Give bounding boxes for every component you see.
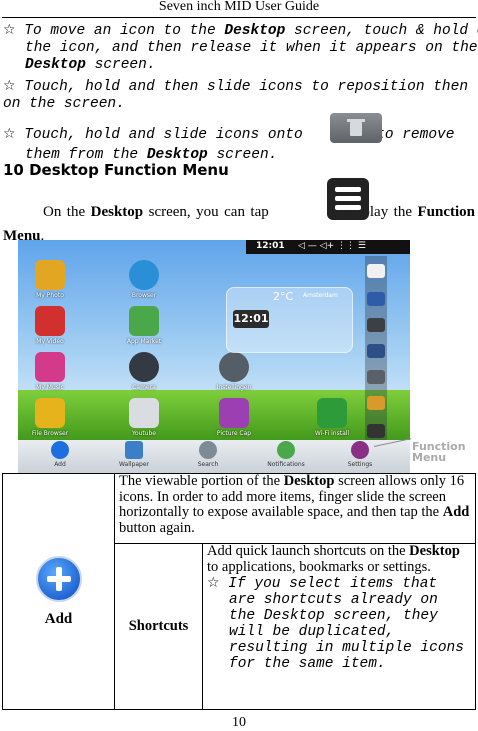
section-heading: 10 Desktop Function Menu bbox=[3, 161, 229, 179]
app-app-market[interactable]: App Market bbox=[120, 306, 168, 345]
calendar-icon[interactable] bbox=[367, 264, 385, 278]
shortcuts-note: ☆ If you select items that are shortcuts… bbox=[207, 575, 464, 672]
star-bullet-icon: ☆ bbox=[3, 126, 16, 142]
lens-icon[interactable] bbox=[367, 370, 385, 384]
app-browser[interactable]: Browser bbox=[120, 260, 168, 299]
camera-icon bbox=[129, 352, 159, 382]
function-menu-callout: Function Menu bbox=[412, 440, 466, 464]
desktop-sidebar bbox=[365, 256, 387, 444]
wifi-icon bbox=[317, 398, 347, 428]
notification-icon bbox=[277, 441, 295, 459]
weather-widget[interactable]: 2°C Amsterdam 12:01 bbox=[226, 287, 353, 353]
plus-icon bbox=[51, 441, 69, 459]
app-file-browser[interactable]: File Browser bbox=[26, 398, 74, 437]
dock-notifications[interactable]: Notifications bbox=[256, 441, 316, 468]
dock-search[interactable]: Search bbox=[178, 441, 238, 468]
globe-icon bbox=[129, 260, 159, 290]
status-bar: 12:01 ◁ — ◁+ ⋮⋮ ☰ bbox=[246, 240, 410, 254]
settings-gear-icon bbox=[219, 352, 249, 382]
app-my-music[interactable]: My Music bbox=[26, 352, 74, 391]
market-icon bbox=[129, 306, 159, 336]
dock-add[interactable]: Add bbox=[30, 441, 90, 468]
search-icon bbox=[199, 441, 217, 459]
gear-icon[interactable] bbox=[367, 318, 385, 332]
bullet-move-icon: ☆ To move an icon to the Desktop screen,… bbox=[3, 22, 478, 73]
wallpaper-icon bbox=[125, 441, 143, 459]
bullet-remove: ☆ Touch, hold and slide icons onto to re… bbox=[3, 126, 455, 163]
add-description: The viewable portion of the Desktop scre… bbox=[114, 473, 476, 544]
add-label: Add bbox=[44, 610, 73, 627]
bullet-reposition: ☆ Touch, hold and then slide icons to re… bbox=[3, 78, 469, 112]
star-bullet-icon: ☆ bbox=[3, 22, 16, 38]
picture-icon bbox=[219, 398, 249, 428]
shortcuts-description: Add quick launch shortcuts on the Deskto… bbox=[202, 543, 476, 710]
status-icons: ◁ — ◁+ ⋮⋮ ☰ bbox=[298, 241, 366, 251]
music-icon bbox=[35, 352, 65, 382]
star-bullet-icon: ☆ bbox=[3, 78, 16, 94]
page-header: Seven inch MID User Guide bbox=[158, 0, 320, 14]
app-picture-cap[interactable]: Picture Cap bbox=[210, 398, 258, 437]
shortcuts-label: Shortcuts bbox=[114, 543, 203, 710]
settings-icon bbox=[351, 441, 369, 459]
weather-city: Amsterdam bbox=[303, 292, 338, 299]
contacts-icon[interactable] bbox=[367, 396, 385, 410]
star-bullet-icon: ☆ bbox=[207, 575, 220, 591]
dock-wallpaper[interactable]: Wallpaper bbox=[104, 441, 164, 468]
app-my-photo[interactable]: My Photo bbox=[26, 260, 74, 299]
page-number: 10 bbox=[232, 715, 246, 730]
folder-icon bbox=[35, 398, 65, 428]
youtube-icon bbox=[129, 398, 159, 428]
menu-icon bbox=[327, 178, 369, 220]
add-cell: Add bbox=[2, 473, 115, 710]
app-instellingen[interactable]: Instellingen bbox=[210, 352, 258, 391]
desktop-screenshot: 12:01 ◁ — ◁+ ⋮⋮ ☰ My Photo Browser My Vi… bbox=[18, 240, 410, 474]
app-camera[interactable]: Camera bbox=[120, 352, 168, 391]
trash-icon bbox=[330, 113, 382, 143]
weather-temperature: 2°C bbox=[273, 290, 294, 303]
film-icon[interactable] bbox=[367, 344, 385, 358]
grid-icon[interactable] bbox=[367, 292, 385, 306]
photo-icon bbox=[35, 260, 65, 290]
add-plus-icon bbox=[35, 555, 82, 602]
app-wifi-install[interactable]: Wi-Fi install bbox=[308, 398, 356, 437]
function-menu-dock: Add Wallpaper Search Notifications Setti… bbox=[18, 440, 410, 474]
app-my-video[interactable]: My Video bbox=[26, 306, 74, 345]
video-icon bbox=[35, 306, 65, 336]
header-rule bbox=[2, 17, 476, 18]
app-youtube[interactable]: Youtube bbox=[120, 398, 168, 437]
status-time: 12:01 bbox=[256, 241, 285, 251]
app-drawer-icon[interactable] bbox=[367, 424, 385, 438]
function-table: Add The viewable portion of the Desktop … bbox=[2, 473, 476, 710]
clock-widget: 12:01 bbox=[233, 310, 269, 328]
